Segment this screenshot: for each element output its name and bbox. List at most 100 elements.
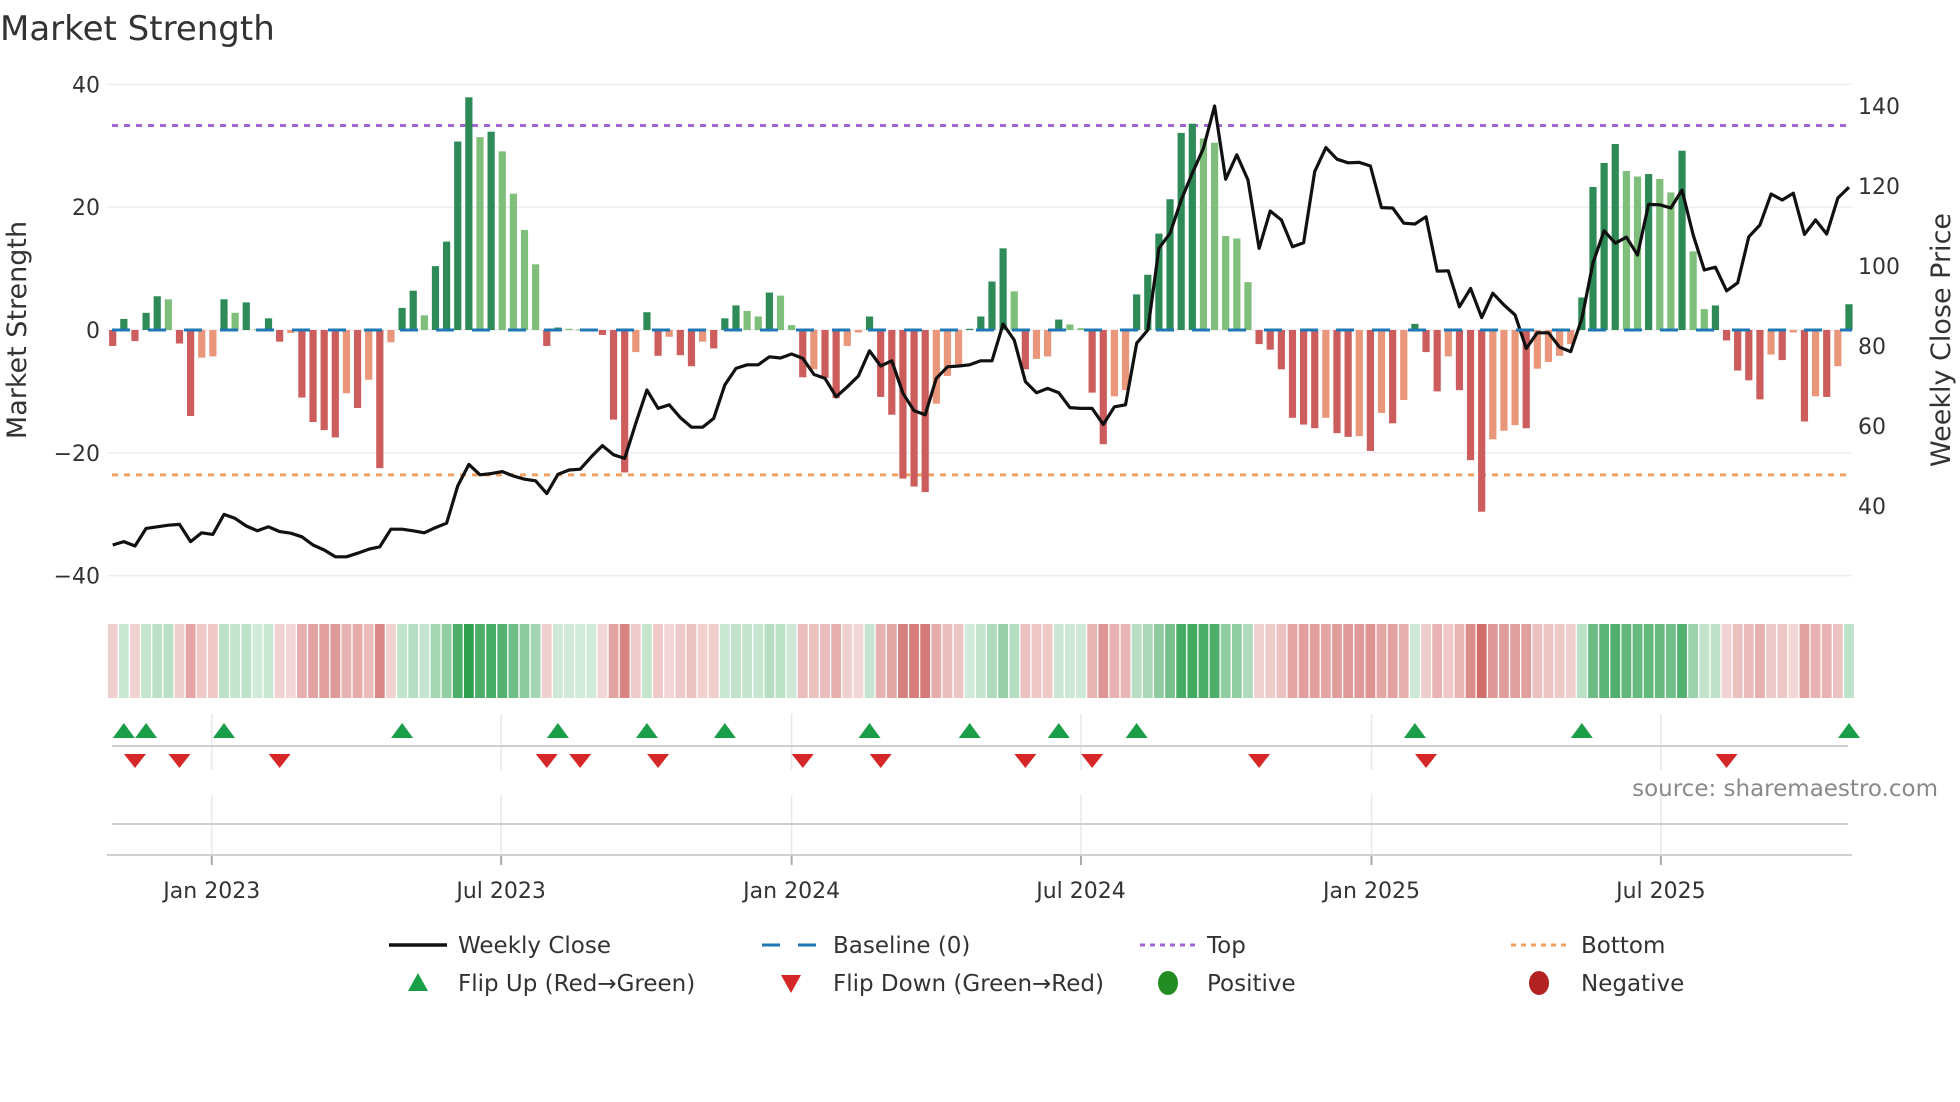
strength-bar <box>865 316 874 330</box>
strength-strip-cell <box>1087 624 1098 698</box>
strength-strip-cell <box>1710 624 1721 698</box>
strength-strip-cell <box>1443 624 1454 698</box>
strength-strip-cell <box>297 624 307 698</box>
y-tick-label: 20 <box>72 196 100 221</box>
strength-bar <box>298 330 306 398</box>
strength-strip-cell <box>185 624 196 698</box>
strength-bar <box>1722 330 1731 341</box>
x-tick-label: Jan 2025 <box>1321 879 1420 904</box>
strength-bar <box>710 330 718 349</box>
strength-bar <box>799 330 807 378</box>
strength-bar <box>1233 238 1241 330</box>
strength-strip-cell <box>1688 624 1699 698</box>
y2-tick-label: 100 <box>1858 255 1900 280</box>
strength-bar <box>832 330 840 399</box>
strength-strip-cell <box>1131 624 1142 698</box>
x-axis: Jan 2023 Jul 2023 Jan 2024 Jul 2024 Jan 2025… <box>107 854 1852 904</box>
strength-bar <box>353 330 362 408</box>
strength-strip-cell <box>942 624 953 698</box>
strength-bar <box>1300 330 1308 425</box>
strength-bar <box>1032 330 1041 359</box>
strength-bar <box>843 330 851 346</box>
strength-strip-cell <box>775 624 786 698</box>
strength-strip-cell <box>1510 624 1520 698</box>
strength-bar <box>1645 174 1653 330</box>
strength-bar <box>1656 178 1664 330</box>
flip-up-marker <box>635 723 658 738</box>
strength-bar <box>1266 330 1274 350</box>
strength-bar <box>1311 330 1319 429</box>
strength-strip-cell <box>152 624 163 698</box>
strength-strip-cell <box>1699 624 1710 698</box>
strength-strip-cell <box>1610 624 1621 698</box>
strength-strip-cell <box>1076 624 1086 698</box>
strength-strip-cell <box>397 624 407 698</box>
strength-bar <box>743 310 751 330</box>
strength-strip-cell <box>998 624 1008 698</box>
strength-strip-cell <box>1165 624 1175 698</box>
strength-bar <box>387 330 395 343</box>
strength-strip-cell <box>174 624 185 698</box>
strength-strip-cell <box>1487 624 1498 698</box>
strength-strip-cell <box>1543 624 1554 698</box>
strength-bar <box>242 302 250 330</box>
strength-bar <box>609 330 618 420</box>
strength-strip-cell <box>630 624 641 698</box>
strength-strip-cell <box>419 624 430 698</box>
flip-down-marker <box>647 754 670 768</box>
strength-bar <box>109 330 117 346</box>
strength-strip-cell <box>1732 624 1743 698</box>
strength-bar <box>1244 282 1252 330</box>
strength-bar <box>954 330 963 365</box>
strength-bar <box>1121 330 1130 391</box>
strength-strip-cell <box>1421 624 1431 698</box>
strength-strip-cell <box>1499 624 1509 698</box>
strength-strip-cell <box>319 624 330 698</box>
strength-bar <box>443 241 451 330</box>
strength-bar <box>209 330 217 357</box>
strength-bar <box>1133 294 1141 330</box>
strength-strip-cell <box>308 624 318 698</box>
strength-strip-cell <box>1454 624 1465 698</box>
strength-strip-cell <box>486 624 497 698</box>
strength-strip-cell <box>330 624 341 698</box>
strength-bar <box>376 330 384 469</box>
strength-bar <box>1088 330 1096 393</box>
strength-strip-cell <box>1465 624 1476 698</box>
strength-strip-cell <box>1621 624 1632 698</box>
strength-bar <box>1288 330 1297 418</box>
x-tick-label: Jul 2024 <box>1034 879 1126 904</box>
strength-bar <box>698 330 707 342</box>
strength-bar <box>365 330 373 380</box>
strength-strip-cell <box>1565 624 1576 698</box>
strength-strip-cell <box>1376 624 1387 698</box>
strength-bar <box>1021 330 1029 370</box>
strength-strip-cell <box>274 624 285 698</box>
strength-strip-cell <box>1788 624 1799 698</box>
y-axis-right: 140 120 100 80 60 40 <box>1858 95 1900 520</box>
source-label: source: sharemaestro.com <box>1632 776 1938 802</box>
strength-bar <box>309 330 317 423</box>
strength-bar <box>1044 330 1052 357</box>
strength-strip-cell <box>987 624 997 698</box>
strength-strip-cell <box>1187 624 1198 698</box>
strength-strip-cell <box>219 624 229 698</box>
flip-up-marker <box>1403 723 1426 738</box>
strength-strip-cell <box>1098 624 1109 698</box>
strength-strip-cell <box>875 624 886 698</box>
strength-strip-cell <box>1254 624 1264 698</box>
strength-strip-cell <box>653 624 663 698</box>
strength-bar <box>1611 143 1619 330</box>
flip-up-marker <box>213 723 235 738</box>
strength-strip-cell <box>1243 624 1253 698</box>
strength-strip-cell <box>1632 624 1643 698</box>
strength-bar <box>264 318 273 330</box>
strength-strip-cell <box>530 624 541 698</box>
strength-bar <box>342 330 351 394</box>
strength-strip-cell <box>909 624 919 698</box>
strength-strip-cell <box>586 624 597 698</box>
strength-strip-cell <box>130 624 140 698</box>
strength-bar <box>398 307 406 330</box>
strength-bar <box>1667 192 1675 330</box>
y2-axis-title: Weekly Close Price <box>1926 213 1957 467</box>
